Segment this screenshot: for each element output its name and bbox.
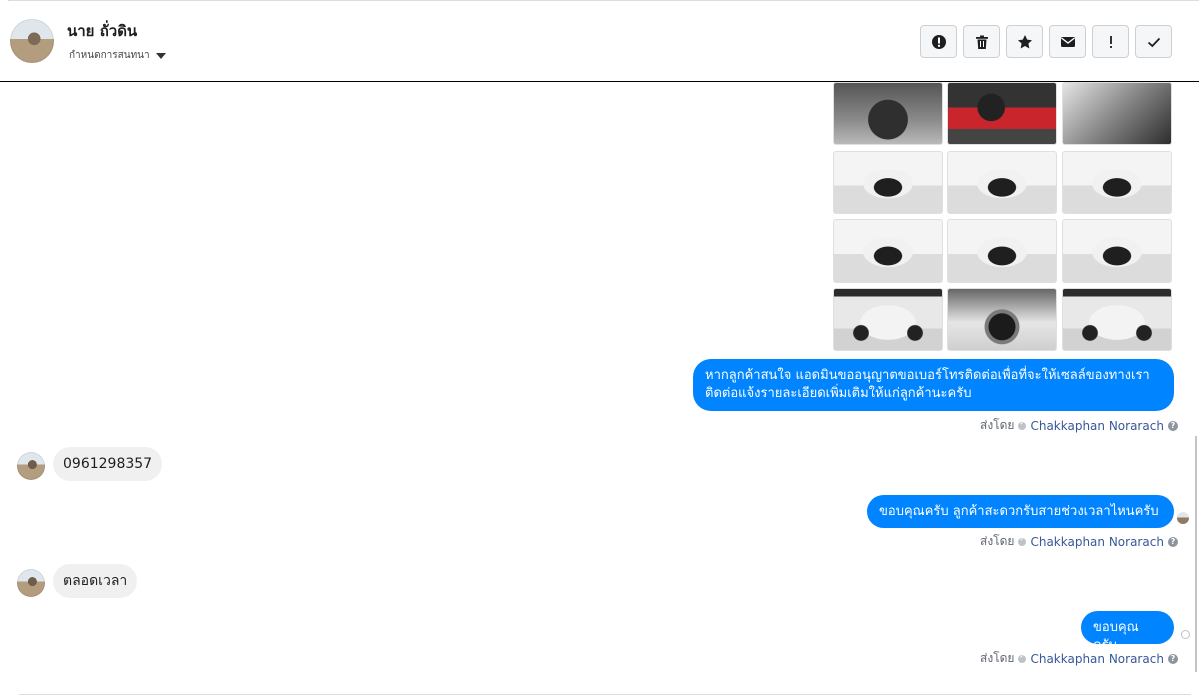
contact-name[interactable]: นาย ถั่วดิน [67,19,137,43]
car-photo-front-left[interactable] [833,151,943,214]
car-photo-rear[interactable] [947,219,1057,283]
seen-avatar-icon [1177,512,1189,524]
sent-by-info: ส่งโดย Chakkaphan Norarach ? [980,649,1178,668]
contact-avatar[interactable] [10,19,54,63]
verified-icon [1018,419,1027,430]
envelope-icon [1060,36,1075,47]
car-photo-side-right[interactable] [1062,288,1172,351]
contact-avatar-small[interactable] [17,452,45,480]
sent-by-prefix: ส่งโดย [980,418,1015,432]
help-icon[interactable]: ? [1167,653,1178,664]
caret-down-icon [155,52,166,59]
assign-conversation-dropdown[interactable]: กำหนดการสนทนา [69,48,166,63]
scrollbar[interactable] [1195,436,1197,672]
delete-button[interactable] [963,25,1000,58]
check-icon [1147,37,1160,47]
car-photo-front-right[interactable] [1062,151,1172,214]
conversation-header: นาย ถั่วดิน กำหนดการสนทนา [0,1,1199,82]
alert-circle-icon [931,34,946,49]
car-photo-console[interactable] [1062,82,1172,145]
assign-conversation-label: กำหนดการสนทนา [69,50,150,61]
help-icon[interactable]: ? [1167,420,1178,431]
car-photo-front[interactable] [947,151,1057,214]
sent-by-info: ส่งโดย Chakkaphan Norarach ? [980,416,1178,435]
car-photo-dashboard[interactable] [833,82,943,145]
agent-name-link[interactable]: Chakkaphan Norarach [1030,535,1163,549]
done-button[interactable] [1135,25,1172,58]
car-photo-wheel[interactable] [947,288,1057,351]
exclamation-icon [1109,35,1112,48]
help-icon[interactable]: ? [1167,536,1178,547]
contact-avatar-small[interactable] [17,569,45,597]
star-icon [1017,34,1032,48]
delivered-icon [1181,630,1190,639]
outgoing-message[interactable]: หากลูกค้าสนใจ แอดมินขออนุญาตขอเบอร์โทรติ… [693,359,1174,411]
spam-button[interactable] [920,25,957,58]
car-photo-rear-left[interactable] [833,219,943,283]
sent-by-prefix: ส่งโดย [980,651,1015,665]
sent-by-prefix: ส่งโดย [980,534,1015,548]
star-button[interactable] [1006,25,1043,58]
car-photo-rear-right[interactable] [1062,219,1172,283]
incoming-message[interactable]: 0961298357 [53,447,163,481]
verified-icon [1018,652,1027,663]
car-photo-interior[interactable] [947,82,1057,145]
agent-name-link[interactable]: Chakkaphan Norarach [1030,652,1163,666]
verified-icon [1018,535,1027,546]
outgoing-message[interactable]: ขอบคุณครับ [1081,611,1174,653]
agent-name-link[interactable]: Chakkaphan Norarach [1030,419,1163,433]
composer-divider [19,694,1191,695]
incoming-message[interactable]: ตลอดเวลา [53,564,138,598]
trash-icon [975,35,988,49]
mark-unread-button[interactable] [1049,25,1086,58]
sent-by-info: ส่งโดย Chakkaphan Norarach ? [980,532,1178,551]
outgoing-message[interactable]: ขอบคุณครับ ลูกค้าสะดวกรับสายช่วงเวลาไหนค… [867,495,1174,528]
follow-up-button[interactable] [1092,25,1129,58]
header-actions [920,25,1172,58]
car-photo-side-left[interactable] [833,288,943,351]
